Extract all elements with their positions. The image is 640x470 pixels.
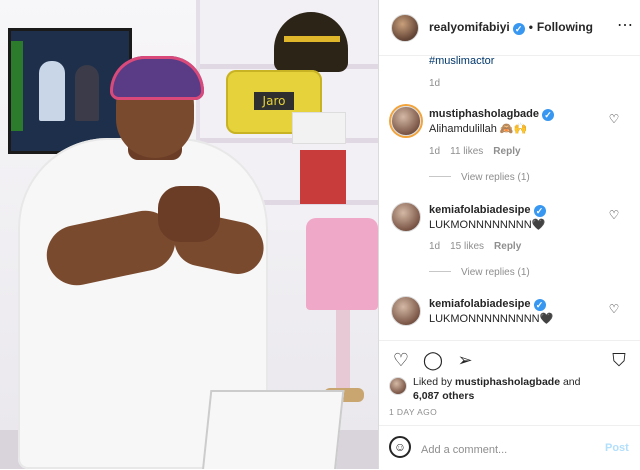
photo-laptop: [201, 390, 345, 469]
likes-username[interactable]: mustiphasholagbade: [455, 376, 560, 388]
comment-text: Alihamdulillah 🙈🙌: [429, 123, 528, 135]
photo-person-hands: [158, 186, 220, 242]
bookmark-icon[interactable]: ⛉: [607, 348, 631, 372]
likes-mid: and: [562, 376, 581, 388]
hashtag-link[interactable]: #muslimactor: [429, 55, 494, 67]
instagram-post-view: Jaro realyomifabiyi ✓ • Following ⋯ #muslim…: [0, 0, 640, 469]
comment-time[interactable]: 1d: [429, 146, 440, 157]
comment-username[interactable]: mustiphasholagbade: [429, 108, 539, 120]
post-header: realyomifabiyi ✓ • Following ⋯: [379, 0, 640, 56]
photo-lamp-stem: [336, 310, 350, 390]
comment-like-heart-icon[interactable]: ♡: [607, 208, 621, 222]
comment-bubble-icon[interactable]: ◯: [421, 348, 445, 372]
comment-like-heart-icon[interactable]: ♡: [607, 112, 621, 126]
comment-username-line: kemiafolabiadesipe ✓: [429, 204, 546, 217]
photo-lamp-shade: [306, 218, 378, 310]
photo-hat-stripe: [284, 36, 340, 42]
author-line: realyomifabiyi ✓ • Following: [429, 20, 593, 35]
comment-username-line: mustiphasholagbade ✓: [429, 108, 555, 121]
author-username[interactable]: realyomifabiyi: [429, 20, 510, 34]
post-photo[interactable]: Jaro: [0, 0, 378, 469]
caption-time[interactable]: 1d: [429, 78, 440, 89]
verified-badge-icon: ✓: [533, 205, 546, 217]
likes-text: Liked by mustiphasholagbade and 6,087 ot…: [413, 375, 581, 403]
replies-divider-line: [429, 271, 451, 272]
add-comment-bar: ☺ Post: [379, 425, 640, 470]
comment-likes[interactable]: 15 likes: [450, 241, 484, 252]
share-icon[interactable]: ➢: [453, 348, 477, 372]
verified-badge-icon: ✓: [512, 23, 525, 35]
photo-books: [292, 112, 346, 144]
post-date[interactable]: 1 DAY AGO: [389, 407, 437, 417]
comment-text: LUKMONNNNNNNNN🖤: [429, 313, 554, 325]
more-options-icon[interactable]: ⋯: [615, 16, 635, 36]
verified-badge-icon: ✓: [533, 299, 546, 311]
likes-count[interactable]: 6,087 others: [413, 390, 474, 402]
comment-username-line: kemiafolabiadesipe ✓: [429, 298, 546, 311]
view-replies-label: View replies (1): [461, 267, 530, 278]
comment-avatar[interactable]: [391, 202, 421, 232]
comment-username[interactable]: kemiafolabiadesipe: [429, 298, 531, 310]
add-comment-input[interactable]: [419, 440, 593, 460]
view-replies-label: View replies (1): [461, 172, 530, 183]
comment-text: LUKMONNNNNNNN🖤: [429, 219, 546, 231]
emoji-icon[interactable]: ☺: [389, 436, 411, 458]
following-button[interactable]: Following: [537, 20, 593, 34]
heart-icon[interactable]: ♡: [389, 348, 413, 372]
comment-likes[interactable]: 11 likes: [450, 146, 483, 157]
comment-time[interactable]: 1d: [429, 241, 440, 252]
post-comment-button[interactable]: Post: [605, 442, 629, 454]
replies-divider-line: [429, 176, 451, 177]
verified-badge-icon: ✓: [542, 109, 555, 121]
comment-avatar[interactable]: [391, 106, 421, 136]
photo-person-cap: [110, 56, 204, 100]
comment-meta: 1d 11 likes Reply: [429, 146, 531, 157]
photo-books-red: [300, 150, 346, 204]
comment-like-heart-icon[interactable]: ♡: [607, 302, 621, 316]
separator-dot: •: [528, 20, 533, 34]
comment-username[interactable]: kemiafolabiadesipe: [429, 204, 531, 216]
likes-prefix: Liked by: [413, 376, 453, 388]
liker-avatar[interactable]: [389, 377, 407, 395]
view-replies-button[interactable]: View replies (1): [429, 267, 530, 278]
author-avatar[interactable]: [391, 14, 419, 42]
view-replies-button[interactable]: View replies (1): [429, 172, 530, 183]
post-side-panel: realyomifabiyi ✓ • Following ⋯ #muslimactor…: [378, 0, 640, 469]
comment-avatar[interactable]: [391, 296, 421, 326]
comment-meta: 1d 15 likes Reply: [429, 241, 531, 252]
reply-button[interactable]: Reply: [494, 241, 521, 252]
reply-button[interactable]: Reply: [493, 146, 520, 157]
